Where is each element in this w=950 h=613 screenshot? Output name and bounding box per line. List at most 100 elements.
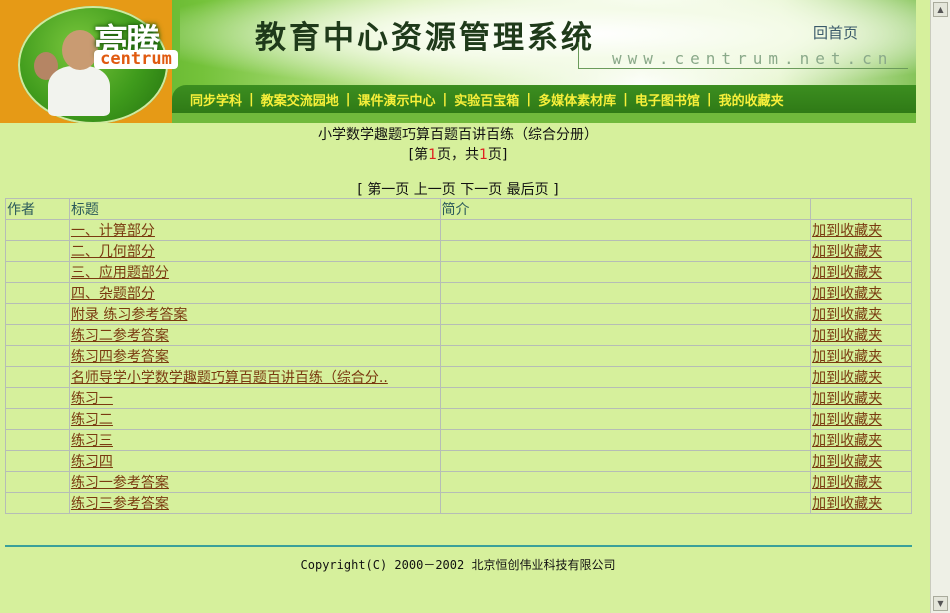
scroll-up-arrow-icon[interactable]: ▲	[933, 2, 948, 17]
resource-title-link[interactable]: 练习四参考答案	[71, 349, 169, 365]
pagination: [ 第一页 上一页 下一页 最后页 ]	[0, 179, 916, 199]
row-description-cell	[439, 492, 812, 514]
add-to-favorites-link[interactable]: 加到收藏夹	[812, 307, 882, 323]
add-to-favorites-link[interactable]: 加到收藏夹	[812, 265, 882, 281]
row-description-cell	[439, 240, 812, 262]
resource-title-link[interactable]: 练习一参考答案	[71, 475, 169, 491]
resource-title-link[interactable]: 二、几何部分	[71, 244, 155, 260]
row-description-cell	[439, 408, 812, 430]
resource-table: 作者 标题 简介 一、计算部分 加到收藏夹 二、几何部分 加到收藏夹 三、应用题部分 加到…	[5, 198, 912, 514]
row-title-cell: 练习一	[68, 387, 441, 409]
table-row: 二、几何部分 加到收藏夹	[5, 240, 912, 262]
resource-title-link[interactable]: 一、计算部分	[71, 223, 155, 239]
header-author: 作者	[5, 198, 70, 220]
row-favorite-cell: 加到收藏夹	[810, 324, 912, 346]
system-title: 教育中心资源管理系统	[255, 20, 595, 56]
prev-page-link[interactable]: 上一页	[414, 182, 456, 198]
resource-title-link[interactable]: 练习二	[71, 412, 113, 428]
table-row: 练习三 加到收藏夹	[5, 429, 912, 451]
row-author-cell	[5, 366, 70, 388]
resource-title-link[interactable]: 三、应用题部分	[71, 265, 169, 281]
url-underline	[578, 68, 908, 69]
row-favorite-cell: 加到收藏夹	[810, 345, 912, 367]
row-favorite-cell: 加到收藏夹	[810, 471, 912, 493]
page: 亮腾 centrum 教育中心资源管理系统 回首页 www.centrum.ne…	[0, 0, 930, 613]
resource-title-link[interactable]: 练习一	[71, 391, 113, 407]
current-page-number: 1	[428, 147, 437, 163]
add-to-favorites-link[interactable]: 加到收藏夹	[812, 391, 882, 407]
nav-separator: |	[526, 92, 532, 107]
add-to-favorites-link[interactable]: 加到收藏夹	[812, 286, 882, 302]
nav-separator: |	[706, 92, 712, 107]
add-to-favorites-link[interactable]: 加到收藏夹	[812, 223, 882, 239]
table-row: 练习四参考答案 加到收藏夹	[5, 345, 912, 367]
nav-separator: |	[345, 92, 351, 107]
next-page-link[interactable]: 下一页	[460, 182, 502, 198]
header-title: 标题	[68, 198, 441, 220]
nav-item-experiments[interactable]: 实验百宝箱	[454, 90, 519, 109]
resource-title-link[interactable]: 练习三	[71, 433, 113, 449]
total-pages-number: 1	[479, 147, 488, 163]
table-row: 一、计算部分 加到收藏夹	[5, 219, 912, 241]
add-to-favorites-link[interactable]: 加到收藏夹	[812, 349, 882, 365]
first-page-link[interactable]: 第一页	[367, 182, 409, 198]
row-description-cell	[439, 450, 812, 472]
nav-item-favorites[interactable]: 我的收藏夹	[719, 90, 784, 109]
footer-divider	[5, 545, 912, 547]
resource-title-link[interactable]: 名师导学小学数学趣题巧算百题百讲百练（综合分..	[71, 370, 388, 386]
add-to-favorites-link[interactable]: 加到收藏夹	[812, 496, 882, 512]
row-title-cell: 练习二	[68, 408, 441, 430]
row-favorite-cell: 加到收藏夹	[810, 387, 912, 409]
row-favorite-cell: 加到收藏夹	[810, 240, 912, 262]
table-row: 练习一 加到收藏夹	[5, 387, 912, 409]
nav-item-media-library[interactable]: 多媒体素材库	[538, 90, 616, 109]
table-row: 附录 练习参考答案 加到收藏夹	[5, 303, 912, 325]
add-to-favorites-link[interactable]: 加到收藏夹	[812, 328, 882, 344]
resource-title-link[interactable]: 练习四	[71, 454, 113, 470]
row-favorite-cell: 加到收藏夹	[810, 219, 912, 241]
table-row: 名师导学小学数学趣题巧算百题百讲百练（综合分.. 加到收藏夹	[5, 366, 912, 388]
add-to-favorites-link[interactable]: 加到收藏夹	[812, 454, 882, 470]
add-to-favorites-link[interactable]: 加到收藏夹	[812, 370, 882, 386]
row-title-cell: 练习四参考答案	[68, 345, 441, 367]
site-url: www.centrum.net.cn	[612, 49, 894, 68]
add-to-favorites-link[interactable]: 加到收藏夹	[812, 244, 882, 260]
nav-item-lesson-exchange[interactable]: 教案交流园地	[261, 90, 339, 109]
resource-title-link[interactable]: 练习二参考答案	[71, 328, 169, 344]
nav-item-ebook-library[interactable]: 电子图书馆	[635, 90, 700, 109]
scroll-down-arrow-icon[interactable]: ▼	[933, 596, 948, 611]
row-title-cell: 练习三参考答案	[68, 492, 441, 514]
resource-title-link[interactable]: 附录 练习参考答案	[71, 307, 187, 323]
row-description-cell	[439, 261, 812, 283]
nav-separator: |	[623, 92, 628, 107]
nav-item-sync-subjects[interactable]: 同步学科	[190, 90, 242, 109]
row-author-cell	[5, 261, 70, 283]
row-favorite-cell: 加到收藏夹	[810, 492, 912, 514]
url-divider	[578, 42, 579, 69]
add-to-favorites-link[interactable]: 加到收藏夹	[812, 412, 882, 428]
add-to-favorites-link[interactable]: 加到收藏夹	[812, 433, 882, 449]
header-banner: 亮腾 centrum 教育中心资源管理系统 回首页 www.centrum.ne…	[0, 0, 916, 123]
last-page-link[interactable]: 最后页	[507, 182, 549, 198]
main-nav: 同步学科 | 教案交流园地 | 课件演示中心 | 实验百宝箱 | 多媒体素材库 …	[190, 90, 784, 109]
add-to-favorites-link[interactable]: 加到收藏夹	[812, 475, 882, 491]
row-favorite-cell: 加到收藏夹	[810, 261, 912, 283]
row-description-cell	[439, 303, 812, 325]
nav-item-courseware[interactable]: 课件演示中心	[358, 90, 436, 109]
table-row: 四、杂题部分 加到收藏夹	[5, 282, 912, 304]
row-description-cell	[439, 366, 812, 388]
resource-title-link[interactable]: 四、杂题部分	[71, 286, 155, 302]
row-author-cell	[5, 387, 70, 409]
nav-separator: |	[442, 92, 448, 107]
home-link[interactable]: 回首页	[813, 22, 858, 43]
row-description-cell	[439, 219, 812, 241]
row-title-cell: 一、计算部分	[68, 219, 441, 241]
logo-person-image	[62, 30, 98, 70]
row-favorite-cell: 加到收藏夹	[810, 429, 912, 451]
row-author-cell	[5, 450, 70, 472]
resource-title-link[interactable]: 练习三参考答案	[71, 496, 169, 512]
logo-person-shirt	[48, 66, 110, 116]
resource-table-body: 作者 标题 简介 一、计算部分 加到收藏夹 二、几何部分 加到收藏夹 三、应用题部分 加到…	[5, 198, 912, 514]
vertical-scrollbar[interactable]: ▲ ▼	[930, 0, 950, 613]
row-description-cell	[439, 429, 812, 451]
